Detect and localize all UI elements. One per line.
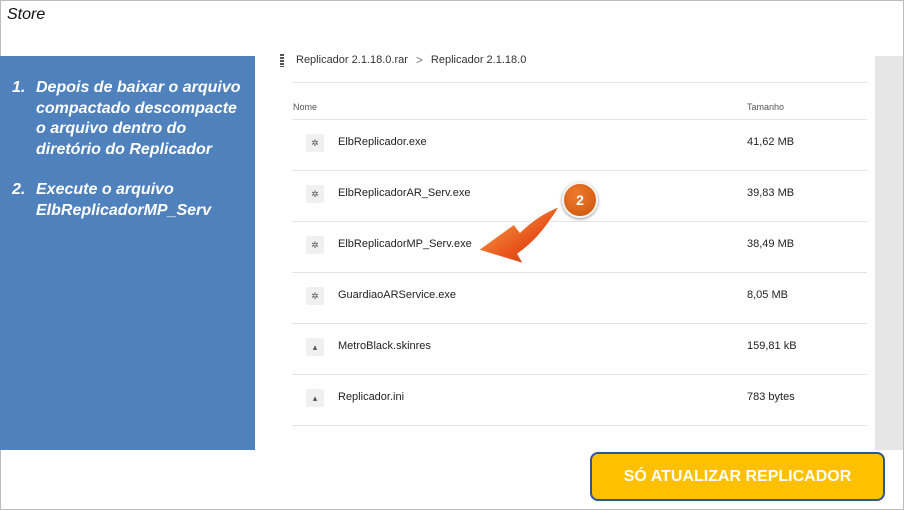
file-name: MetroBlack.skinres [338,340,431,352]
update-replicator-button[interactable]: SÓ ATUALIZAR REPLICADOR [590,452,885,501]
file-name: Replicador.ini [338,391,405,403]
scrollbar[interactable] [875,56,903,450]
file-name: ElbReplicadorMP_Serv.exe [338,238,472,250]
breadcrumb: Replicador 2.1.18.0.rar > Replicador 2.1… [280,52,526,68]
step-text: Depois de baixar o arquivo compactado de… [36,79,241,158]
file-size: 159,81 kB [747,340,797,352]
step-number: 2. [12,181,26,198]
file-size: 39,83 MB [747,187,795,199]
zip-archive-icon [280,53,284,67]
step-number-badge: 2 [562,182,598,218]
breadcrumb-folder[interactable]: Replicador 2.1.18.0 [431,54,526,66]
gear-icon: ✲ [306,185,324,203]
column-header-name[interactable]: Nome [293,102,317,112]
file-name: ElbReplicador.exe [338,136,427,148]
column-header-size[interactable]: Tamanho [747,102,784,112]
step-text: Execute o arquivo ElbReplicadorMP_Serv [36,181,212,219]
store-title: Store [7,6,46,23]
file-icon: ▴ [306,338,324,356]
file-name: GuardiaoARService.exe [338,289,457,301]
file-row[interactable]: ✲ ElbReplicadorMP_Serv.exe 38,49 MB [292,222,867,273]
file-name: ElbReplicadorAR_Serv.exe [338,187,471,199]
file-size: 783 bytes [747,391,795,403]
file-row[interactable]: ✲ ElbReplicador.exe 41,62 MB [292,120,867,171]
file-row[interactable]: ▴ Replicador.ini 783 bytes [292,375,867,426]
instructions-list: 1. Depois de baixar o arquivo compactado… [12,78,247,221]
gear-icon: ✲ [306,236,324,254]
file-size: 38,49 MB [747,238,795,250]
breadcrumb-archive[interactable]: Replicador 2.1.18.0.rar [296,54,408,66]
pointer-arrow-icon [477,205,561,265]
breadcrumb-divider [292,82,867,83]
instruction-step-2: 2. Execute o arquivo ElbReplicadorMP_Ser… [12,180,247,221]
gear-icon: ✲ [306,134,324,152]
gear-icon: ✲ [306,287,324,305]
file-size: 8,05 MB [747,289,788,301]
step-number: 1. [12,79,26,96]
file-row[interactable]: ✲ GuardiaoARService.exe 8,05 MB [292,273,867,324]
file-icon: ▴ [306,389,324,407]
instruction-step-1: 1. Depois de baixar o arquivo compactado… [12,78,247,160]
file-size: 41,62 MB [747,136,795,148]
file-row[interactable]: ▴ MetroBlack.skinres 159,81 kB [292,324,867,375]
breadcrumb-separator: > [415,53,423,67]
